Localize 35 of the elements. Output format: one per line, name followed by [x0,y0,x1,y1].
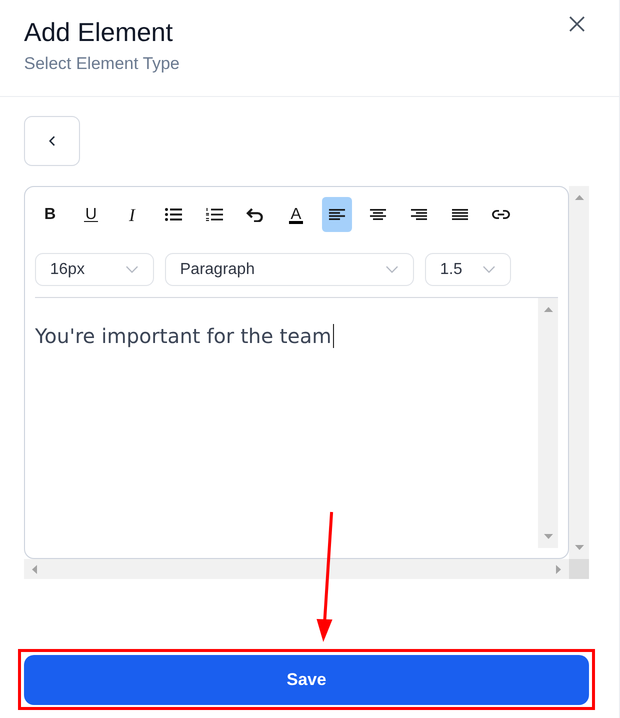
italic-button[interactable]: I [117,197,147,232]
undo-icon [246,208,264,222]
align-right-icon [411,209,427,220]
chevron-down-icon [386,266,398,273]
vertical-scrollbar[interactable] [538,298,558,548]
scroll-down-icon [574,545,584,550]
bullet-list-icon [164,208,182,221]
font-size-select[interactable]: 16px [35,253,154,286]
editor-text-field[interactable]: You're important for the team [35,298,538,548]
scroll-up-icon [544,307,552,312]
align-left-icon [329,209,345,220]
bold-button[interactable]: B [35,197,65,232]
save-button[interactable]: Save [24,655,589,705]
line-height-select[interactable]: 1.5 [425,253,511,286]
link-icon [492,210,510,219]
scroll-left-icon [32,564,37,574]
text-color-button[interactable]: A [281,197,311,232]
horizontal-scrollbar[interactable] [24,559,569,579]
dialog-title: Add Element [24,16,174,48]
close-icon [569,16,585,32]
scroll-up-icon [574,195,584,200]
align-left-button[interactable] [322,197,352,232]
vertical-scrollbar[interactable] [569,186,589,559]
chevron-down-icon [126,266,138,273]
align-justify-icon [452,209,468,220]
numbered-list-icon [206,208,222,221]
block-format-select[interactable]: Paragraph [165,253,414,286]
dialog-subtitle: Select Element Type [24,53,180,75]
align-center-icon [370,209,386,220]
scrollbar-corner [569,559,589,579]
chevron-down-icon [483,266,495,273]
scroll-right-icon [556,564,561,574]
scroll-down-icon [544,534,552,539]
underline-button[interactable]: U [76,197,106,232]
chevron-left-icon [49,136,55,146]
